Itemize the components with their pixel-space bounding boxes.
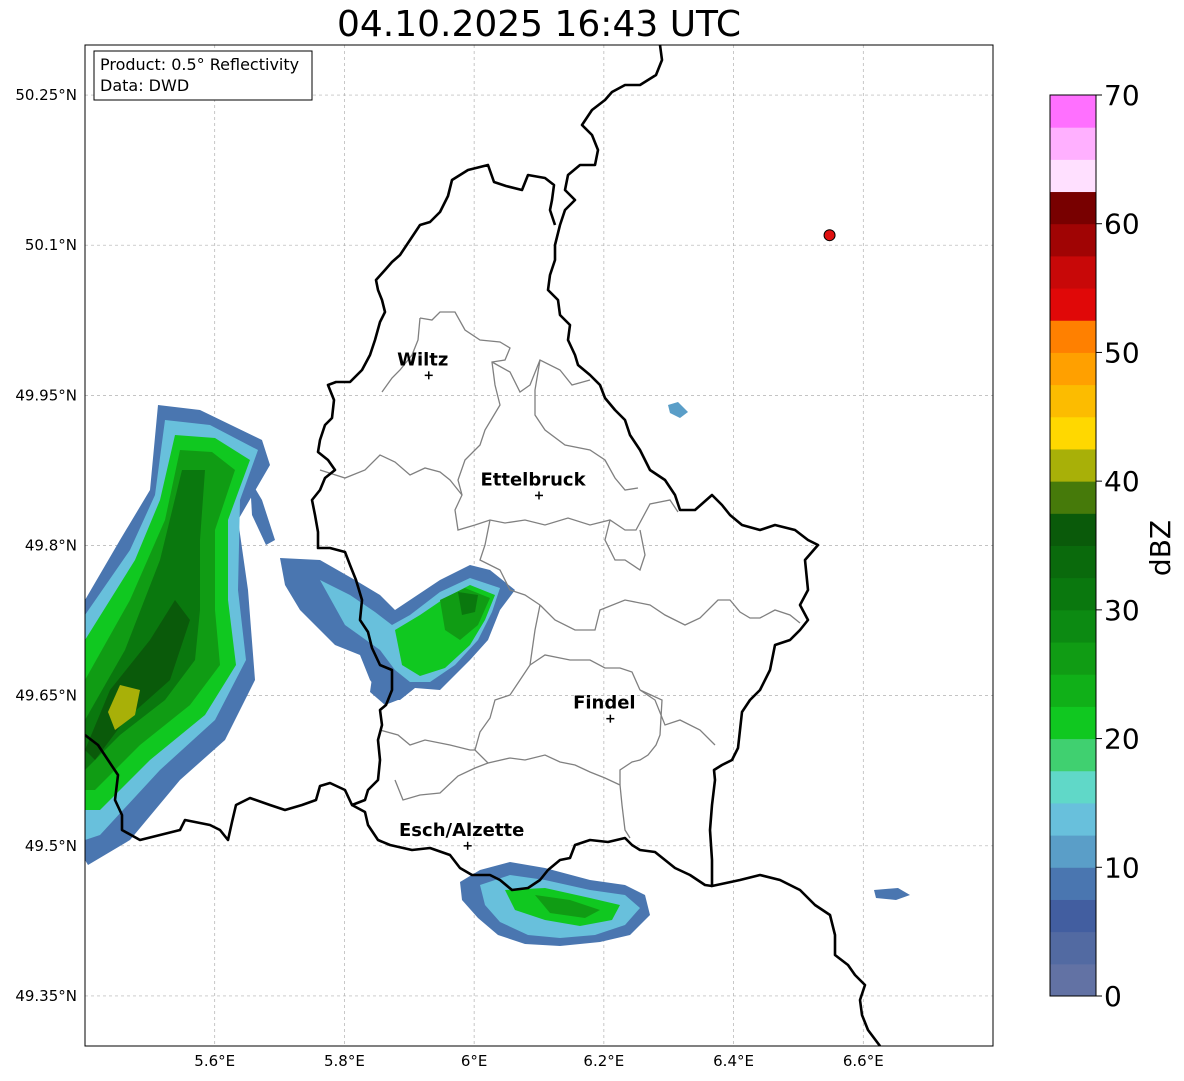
colorbar-segment	[1050, 802, 1096, 836]
product-info-box: Product: 0.5° Reflectivity Data: DWD	[93, 50, 313, 101]
colorbar-segment	[1050, 642, 1096, 675]
data-source-label: Data: DWD	[100, 76, 189, 95]
colorbar-segment	[1050, 899, 1096, 933]
colorbar-segment	[1050, 513, 1096, 546]
colorbar-segment	[1050, 159, 1096, 193]
colorbar-ticks: 0 10 20 30 40 50 60 70	[1096, 79, 1140, 1013]
colorbar-tick-label: 30	[1104, 594, 1140, 627]
colorbar-segment	[1050, 481, 1096, 514]
city-label: Wiltz	[397, 349, 448, 370]
colorbar-segment	[1050, 416, 1096, 450]
colorbar-segment	[1050, 320, 1096, 353]
colorbar-tick-label: 0	[1104, 980, 1122, 1013]
colorbar-segment	[1050, 448, 1096, 482]
colorbar-tick-label: 70	[1104, 79, 1140, 112]
lat-tick-label: 50.1°N	[25, 236, 77, 254]
lon-tick-label: 6°E	[461, 1052, 488, 1070]
colorbar-segment	[1050, 384, 1096, 418]
city-label: Ettelbruck	[480, 469, 586, 490]
colorbar-segment	[1050, 545, 1096, 579]
product-label: Product: 0.5° Reflectivity	[100, 55, 299, 74]
lon-tick-label: 6.4°E	[713, 1052, 754, 1070]
colorbar-segment	[1050, 931, 1096, 965]
colorbar-segment	[1050, 706, 1096, 740]
colorbar-segment	[1050, 352, 1096, 386]
colorbar-segment	[1050, 577, 1096, 611]
lon-tick-label: 6.6°E	[843, 1052, 884, 1070]
latitude-tick-labels: 50.25°N 50.1°N 49.95°N 49.8°N 49.65°N 49.5°N 4…	[15, 86, 77, 1005]
lon-tick-label: 5.6°E	[194, 1052, 235, 1070]
lat-tick-label: 49.8°N	[25, 537, 77, 555]
lat-tick-label: 49.5°N	[25, 837, 77, 855]
colorbar-segment	[1050, 127, 1096, 160]
colorbar-segment	[1050, 674, 1096, 707]
colorbar-segment	[1050, 835, 1096, 868]
lat-tick-label: 49.65°N	[15, 687, 77, 705]
longitude-tick-labels: 5.6°E 5.8°E 6°E 6.2°E 6.4°E 6.6°E	[194, 1052, 883, 1070]
colorbar-segment	[1050, 867, 1096, 900]
lat-tick-label: 50.25°N	[15, 86, 77, 104]
lat-tick-label: 49.35°N	[15, 987, 77, 1005]
colorbar-tick-label: 20	[1104, 723, 1140, 756]
colorbar-segment	[1050, 738, 1096, 772]
colorbar-segment	[1050, 288, 1096, 321]
city-label: Esch/Alzette	[399, 820, 524, 841]
colorbar-tick-label: 10	[1104, 851, 1140, 884]
lon-tick-label: 6.2°E	[583, 1052, 624, 1070]
dbz-colorbar: 0 10 20 30 40 50 60 70 dBZ	[1049, 79, 1177, 1013]
colorbar-tick-label: 60	[1104, 208, 1140, 241]
city-label: Findel	[573, 693, 636, 714]
colorbar-tick-label: 40	[1104, 465, 1140, 498]
radar-site-marker	[823, 229, 836, 242]
colorbar-segment	[1050, 95, 1096, 128]
lon-tick-label: 5.8°E	[324, 1052, 365, 1070]
radar-map-figure: 5.6°E 5.8°E 6°E 6.2°E 6.4°E 6.6°E 50.25°N 50.1…	[15, 44, 1177, 1070]
lat-tick-label: 49.95°N	[15, 386, 77, 404]
colorbar-segment	[1050, 255, 1096, 289]
colorbar-label: dBZ	[1144, 520, 1177, 576]
colorbar-tick-label: 50	[1104, 336, 1140, 369]
colorbar-segment	[1050, 609, 1096, 643]
colorbar-segment	[1050, 191, 1096, 225]
colorbar-segments	[1050, 95, 1096, 997]
colorbar-segment	[1050, 963, 1096, 997]
colorbar-segment	[1050, 770, 1096, 804]
colorbar-segment	[1050, 223, 1096, 257]
